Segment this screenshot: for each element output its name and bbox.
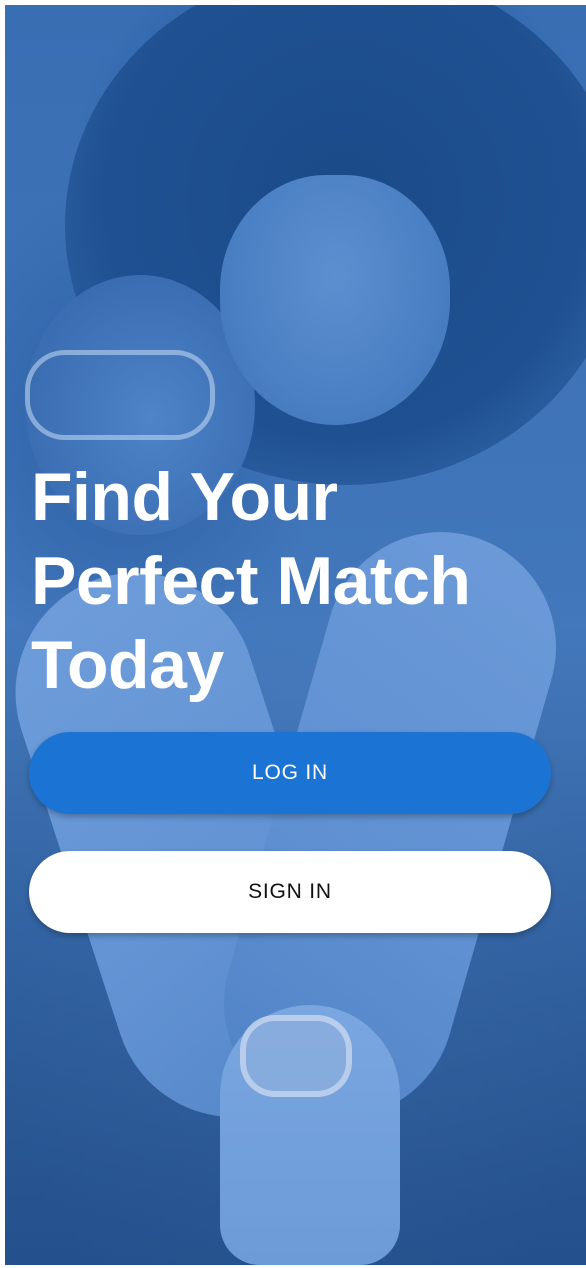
welcome-screen: Find Your Perfect Match Today LOG IN SIG… [5,5,586,1265]
login-button[interactable]: LOG IN [29,732,551,814]
signin-button[interactable]: SIGN IN [29,851,551,933]
hero-headline: Find Your Perfect Match Today [31,455,571,707]
headline-line-1: Find Your [31,459,338,535]
photo-woman-face-shape [220,175,450,425]
headline-line-3: Today [31,627,224,703]
photo-glasses-shape [25,350,215,440]
headline-line-2: Perfect Match [31,543,471,619]
photo-watch-shape [240,1015,352,1097]
